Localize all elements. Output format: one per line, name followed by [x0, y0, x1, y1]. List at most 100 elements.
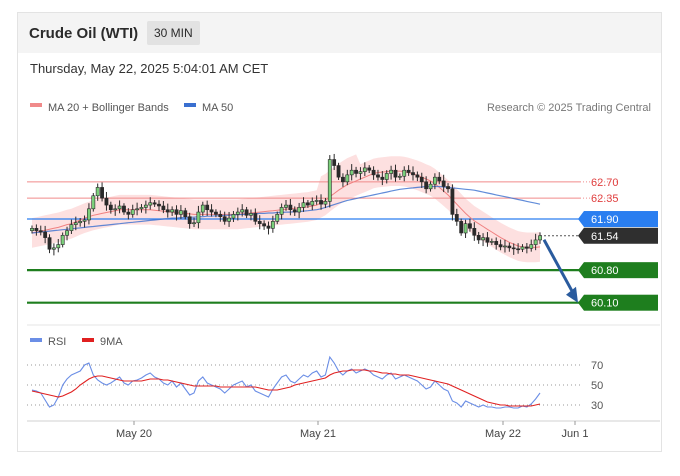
candle-down [472, 228, 477, 236]
candle-up [130, 209, 135, 215]
candle-up [481, 237, 485, 241]
x-tick-label: May 20 [116, 428, 152, 440]
candle-down [183, 210, 188, 218]
candle-up [117, 205, 122, 210]
candle-down [292, 209, 297, 213]
candle-up [30, 228, 34, 231]
candle-up [301, 202, 306, 208]
candle-up [227, 217, 231, 222]
candle-up [95, 187, 100, 197]
candle-up [196, 211, 201, 224]
x-tick-label: Jun 1 [562, 428, 589, 440]
candle-down [262, 223, 267, 227]
candle-up [249, 213, 253, 216]
x-tick-label: May 21 [300, 428, 336, 440]
candle-up [60, 234, 65, 245]
level-labels-layer: 62.70 62.35 61.90 61.54 60.80 60.10 [578, 177, 658, 311]
candle-down [411, 172, 415, 176]
candle-down [498, 244, 503, 248]
candle-up [275, 214, 280, 222]
candle-up [389, 169, 394, 174]
candle-down [43, 231, 48, 238]
candle-down [485, 237, 490, 243]
level-label-resistance: 62.70 [591, 177, 619, 189]
candle-up [73, 222, 78, 225]
candle-down [371, 169, 376, 176]
candle-down [38, 230, 43, 233]
ma50-legend-swatch [184, 103, 196, 107]
candle-down [108, 204, 113, 211]
level-label-support: 60.10 [591, 298, 619, 310]
candle-down [468, 223, 472, 229]
candle-up [51, 247, 56, 250]
level-label-pivot: 61.90 [591, 214, 619, 226]
candle-down [450, 188, 455, 215]
candle-down [100, 187, 104, 199]
rsi-legend-swatch [30, 338, 42, 342]
candle-down [288, 204, 293, 211]
candle-down [104, 197, 109, 206]
candle-down [516, 248, 521, 251]
candle-down [305, 202, 310, 206]
candle-down [187, 216, 192, 224]
candle-up [69, 224, 74, 231]
candle-up [323, 201, 328, 205]
candle-up [520, 246, 525, 250]
level-tag-pointer [578, 211, 584, 228]
candle-up [170, 209, 175, 213]
ma20-legend-label: MA 20 + Bollinger Bands [48, 102, 169, 114]
candle-down [244, 209, 249, 216]
ma50-legend-label: MA 50 [202, 102, 233, 114]
x-tick-label: May 22 [485, 428, 521, 440]
candle-down [446, 186, 450, 190]
candle-up [428, 183, 433, 190]
candle-up [82, 219, 87, 222]
candle-up [529, 244, 534, 249]
rsi-level-label: 50 [591, 380, 603, 392]
level-tag-pointer [578, 227, 584, 244]
level-tag-pointer [578, 294, 584, 311]
candle-down [161, 205, 166, 211]
candle-down [494, 241, 499, 245]
candle-up [56, 244, 61, 249]
candle-up [240, 209, 245, 213]
candle-up [231, 214, 236, 219]
candle-up [192, 222, 196, 225]
projection-arrow-shaft [542, 239, 576, 296]
level-tag-pointer [578, 262, 584, 279]
candle-up [284, 204, 288, 208]
candle-down [393, 169, 398, 178]
credit-text: Research © 2025 Trading Central [487, 102, 651, 114]
candle-down [507, 245, 512, 249]
candle-up [178, 210, 183, 215]
candle-up [432, 176, 437, 185]
candle-down [34, 228, 39, 231]
price-chart: MA 20 + Bollinger Bands MA 50 Research ©… [27, 102, 660, 440]
candle-up [113, 208, 118, 211]
candle-down [524, 246, 529, 249]
candle-down [218, 214, 223, 218]
level-label-support: 60.80 [591, 265, 619, 277]
candle-down [174, 209, 179, 215]
candle-down [511, 247, 516, 250]
candle-up [270, 221, 275, 229]
candle-up [65, 230, 69, 236]
candle-down [122, 205, 126, 213]
candle-down [380, 176, 385, 180]
candle-up [91, 195, 96, 210]
candle-up [235, 211, 240, 215]
candle-down [319, 200, 323, 205]
candle-down [336, 165, 341, 178]
candle-down [152, 202, 157, 205]
candle-down [459, 221, 464, 234]
candle-down [205, 204, 210, 211]
candle-up [87, 208, 91, 221]
rsi-ma-legend-swatch [82, 338, 94, 342]
rsi-legend-label: RSI [48, 336, 66, 348]
candle-up [135, 208, 140, 211]
candle-up [310, 201, 315, 206]
candle-up [533, 239, 538, 245]
candle-down [376, 174, 380, 178]
candle-down [257, 221, 262, 224]
candle-down [437, 176, 442, 182]
